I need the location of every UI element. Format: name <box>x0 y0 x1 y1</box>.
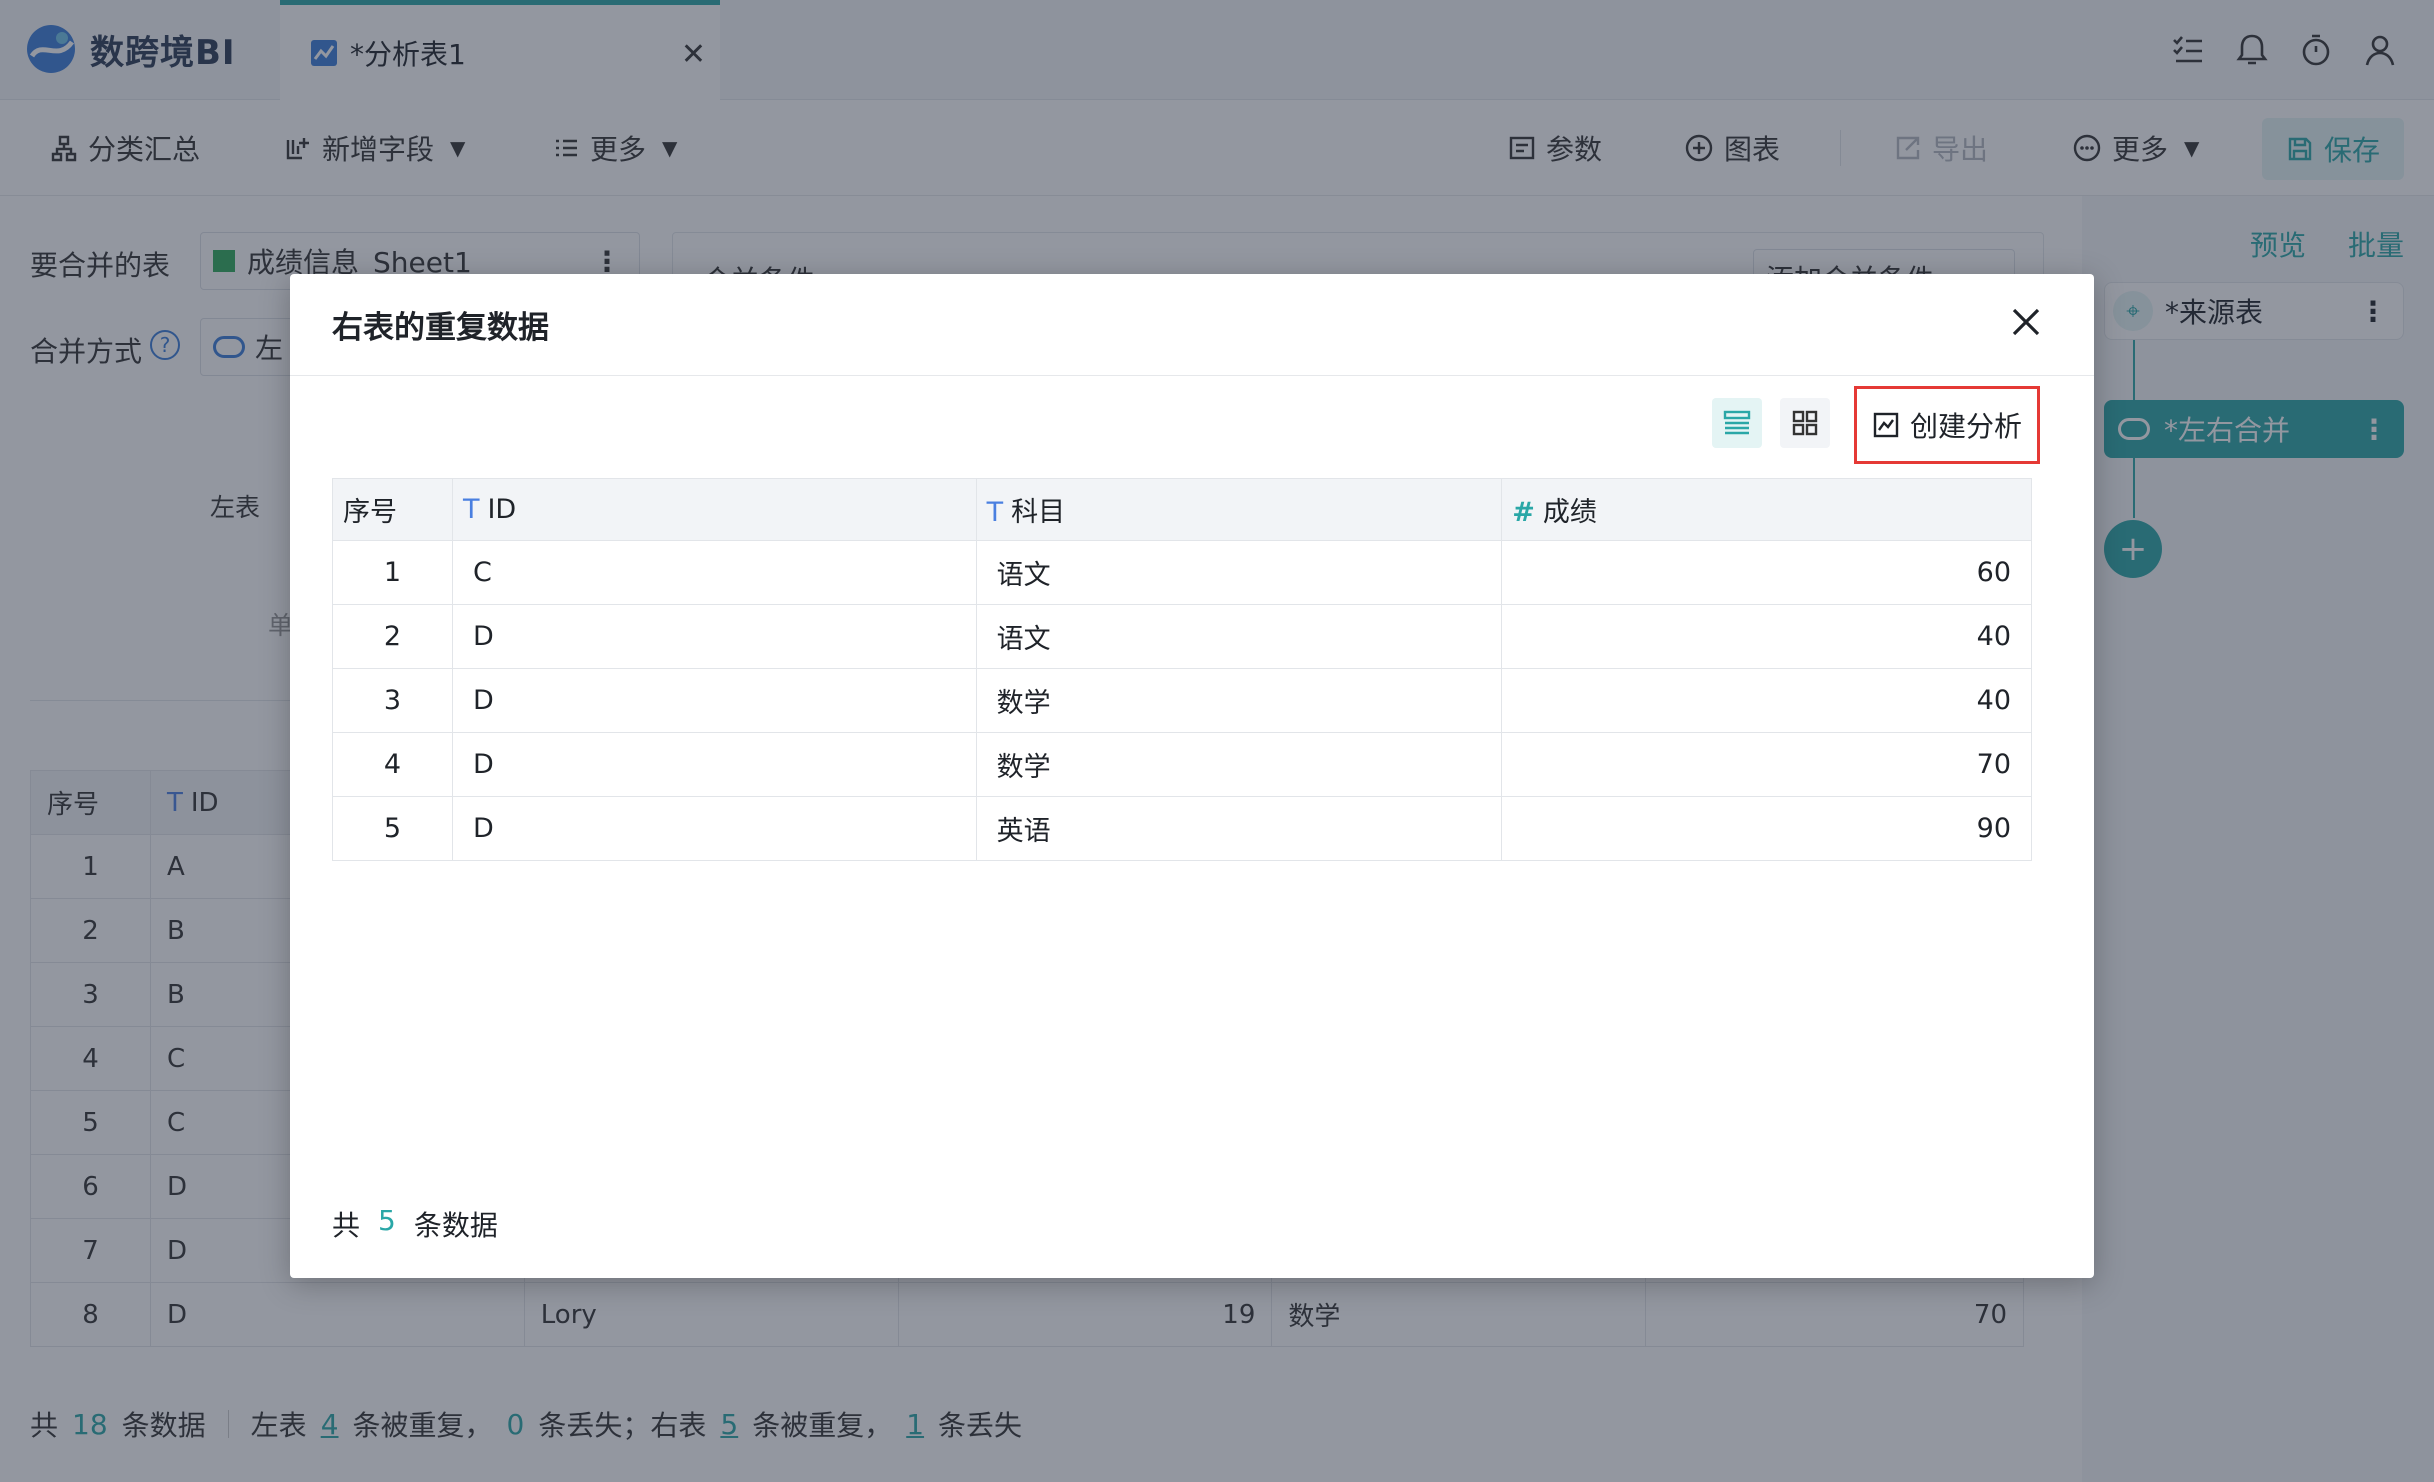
close-icon[interactable] <box>2008 304 2044 340</box>
table-view-icon <box>1723 410 1751 435</box>
dialog-row-count: 共 5 条数据 <box>332 1204 498 1242</box>
table-row: 5 D 英语 90 <box>332 796 2032 861</box>
dialog-title: 右表的重复数据 <box>332 310 549 346</box>
card-view-button[interactable] <box>1780 398 1830 448</box>
chart-line-icon <box>1873 412 1899 438</box>
create-analysis-button[interactable]: 创建分析 <box>1854 386 2040 464</box>
text-type-icon: T <box>986 497 1004 528</box>
text-type-icon: T <box>462 494 480 525</box>
table-row: 1 C 语文 60 <box>332 540 2032 605</box>
column-header-id: T ID <box>451 478 977 541</box>
column-header-subject: T 科目 <box>975 478 1503 541</box>
table-row: 4 D 数学 70 <box>332 732 2032 797</box>
dialog-divider <box>290 375 2094 376</box>
number-type-icon: # <box>1512 497 1535 528</box>
column-header-score: # 成绩 <box>1501 478 2032 541</box>
column-header-seq: 序号 <box>332 478 453 541</box>
duplicate-data-dialog: 右表的重复数据 创建分析 序号 T ID T 科目 # 成绩 1 C 语文 60… <box>290 274 2094 1278</box>
grid-view-icon <box>1792 410 1818 436</box>
table-row: 2 D 语文 40 <box>332 604 2032 669</box>
duplicate-data-table: 序号 T ID T 科目 # 成绩 1 C 语文 60 2 D 语文 40 3 D <box>332 478 2032 861</box>
table-view-button[interactable] <box>1712 398 1762 448</box>
table-row: 3 D 数学 40 <box>332 668 2032 733</box>
